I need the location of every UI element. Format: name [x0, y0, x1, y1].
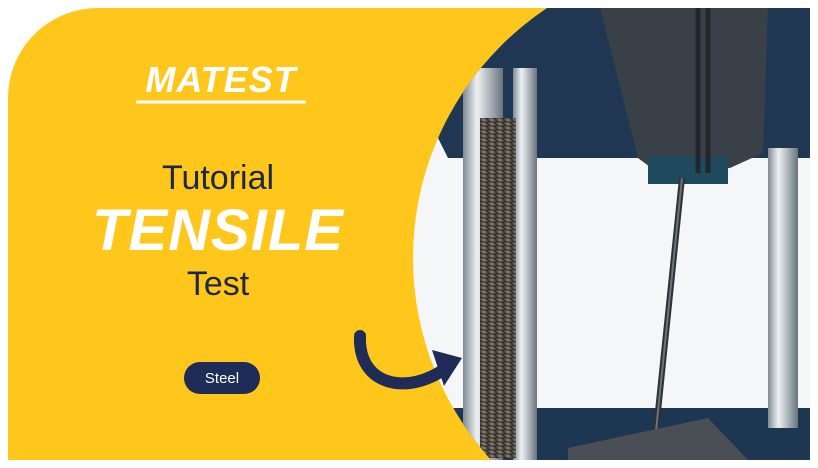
- tutorial-banner: MATEST Tutorial TENSILE Test Steel: [8, 8, 810, 460]
- steel-tag: Steel: [184, 362, 260, 394]
- title-line-tutorial: Tutorial: [161, 159, 275, 197]
- title-line-tensile: TENSILE: [92, 198, 344, 263]
- curved-arrow-icon: [353, 330, 462, 390]
- title-block: Tutorial TENSILE Test: [68, 158, 368, 304]
- logo-text: MATEST: [145, 59, 298, 100]
- title-line-test: Test: [186, 265, 250, 303]
- matest-logo: MATEST: [136, 59, 306, 104]
